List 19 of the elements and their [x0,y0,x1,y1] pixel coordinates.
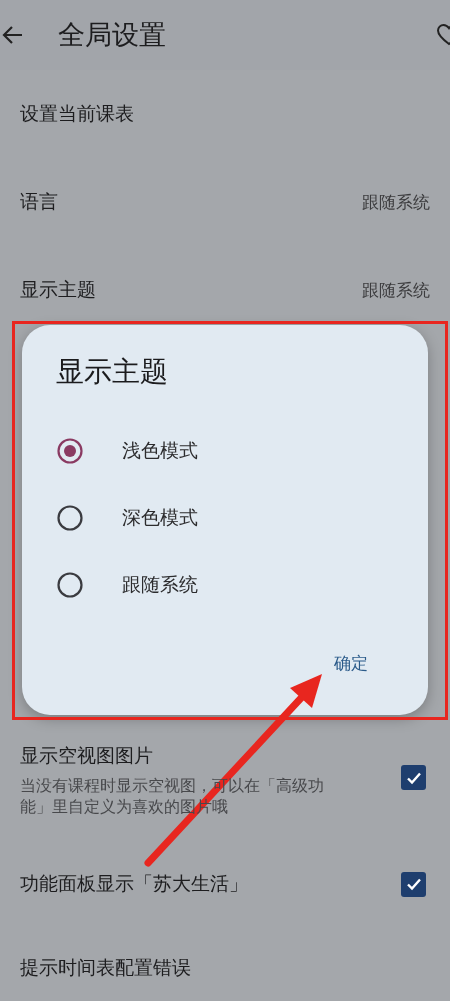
setting-label[interactable]: 设置当前课表 [20,101,430,127]
setting-label[interactable]: 语言 [20,189,362,215]
checkbox[interactable] [401,765,426,790]
setting-value: 跟随系统 [362,278,430,302]
confirm-button[interactable]: 确定 [330,648,372,679]
setting-label[interactable]: 显示主题 [20,277,362,303]
checkbox[interactable] [401,871,426,897]
setting-label: 功能面板显示「苏大生活」 [20,871,249,896]
page-title: 全局设置 [58,18,167,52]
radio-option[interactable]: 深色模式 [56,484,394,551]
setting-label[interactable]: 提示时间表配置错误 [20,955,430,981]
radio-button[interactable] [56,570,84,599]
dialog-title: 显示主题 [56,354,169,390]
radio-option[interactable]: 跟随系统 [56,551,394,618]
setting-label: 显示空视图图片 [20,743,154,768]
radio-option[interactable]: 浅色模式 [56,417,394,484]
radio-button[interactable] [56,503,84,532]
setting-value: 跟随系统 [362,190,430,214]
radio-button[interactable] [56,436,84,465]
